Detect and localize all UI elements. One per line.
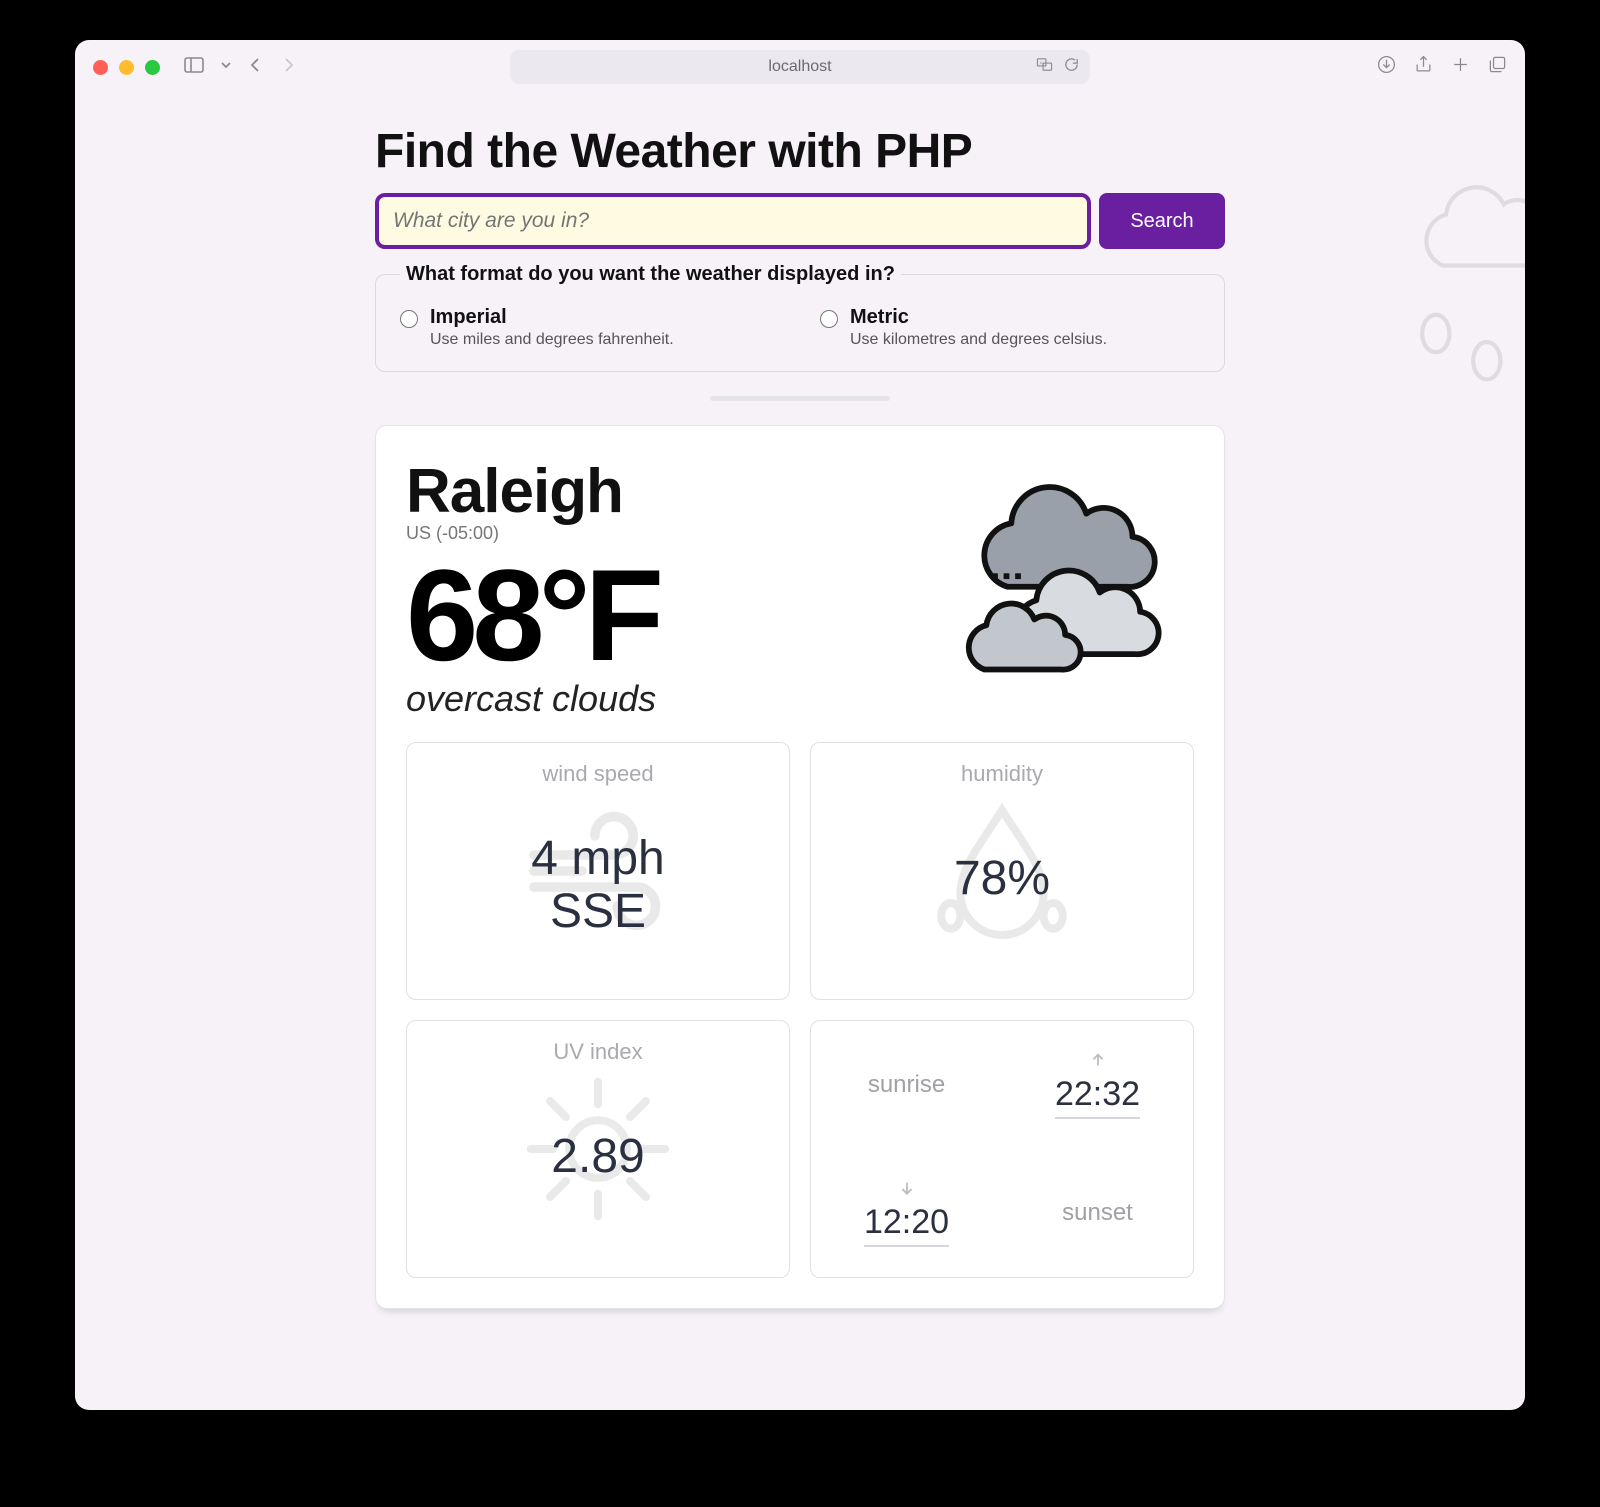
format-legend: What format do you want the weather disp… bbox=[400, 263, 901, 286]
uv-tile: UV index 2.89 bbox=[406, 1020, 790, 1278]
condition-text: overcast clouds bbox=[406, 678, 658, 720]
overcast-clouds-icon bbox=[944, 456, 1194, 711]
sunrise-time: 22:32 bbox=[1055, 1075, 1140, 1119]
format-label: Imperial bbox=[430, 306, 674, 329]
format-fieldset: What format do you want the weather disp… bbox=[375, 263, 1225, 372]
format-option-imperial[interactable]: Imperial Use miles and degrees fahrenhei… bbox=[400, 306, 780, 349]
uv-value: 2.89 bbox=[551, 1131, 644, 1184]
sunrise-arrow-icon bbox=[1087, 1051, 1109, 1073]
wind-value: 4 mph bbox=[531, 833, 664, 886]
search-button[interactable]: Search bbox=[1099, 193, 1225, 249]
address-bar[interactable]: localhost A bbox=[510, 50, 1090, 84]
back-button[interactable] bbox=[248, 57, 264, 78]
imperial-radio[interactable] bbox=[400, 310, 418, 328]
url-text: localhost bbox=[768, 58, 831, 76]
new-tab-icon[interactable] bbox=[1451, 55, 1470, 79]
metric-radio[interactable] bbox=[820, 310, 838, 328]
wind-direction: SSE bbox=[531, 886, 664, 939]
divider bbox=[710, 396, 890, 401]
format-option-metric[interactable]: Metric Use kilometres and degrees celsiu… bbox=[820, 306, 1200, 349]
chevron-down-icon[interactable] bbox=[220, 58, 232, 76]
temperature: 68°F bbox=[406, 550, 658, 680]
humidity-tile: humidity 78% bbox=[810, 742, 1194, 1000]
format-desc: Use miles and degrees fahrenheit. bbox=[430, 331, 674, 349]
city-search-input[interactable] bbox=[375, 193, 1091, 249]
weather-card: Raleigh US (-05:00) 68°F overcast clouds bbox=[375, 425, 1225, 1309]
sunset-arrow-icon bbox=[896, 1179, 918, 1201]
browser-window: localhost A Find the Weather with PHP bbox=[75, 40, 1525, 1410]
reload-icon[interactable] bbox=[1063, 56, 1080, 78]
humidity-value: 78% bbox=[954, 853, 1050, 906]
downloads-icon[interactable] bbox=[1377, 55, 1396, 79]
window-controls bbox=[93, 60, 160, 75]
window-chrome: localhost A bbox=[75, 40, 1525, 94]
tabs-icon[interactable] bbox=[1488, 55, 1507, 79]
cloud-rain-decoration-icon bbox=[1395, 144, 1525, 409]
city-name: Raleigh bbox=[406, 456, 658, 527]
translate-icon[interactable]: A bbox=[1036, 56, 1053, 78]
share-icon[interactable] bbox=[1414, 55, 1433, 79]
format-label: Metric bbox=[850, 306, 1107, 329]
close-window-button[interactable] bbox=[93, 60, 108, 75]
minimize-window-button[interactable] bbox=[119, 60, 134, 75]
sunset-label: sunset bbox=[1062, 1199, 1133, 1227]
maximize-window-button[interactable] bbox=[145, 60, 160, 75]
sunrise-sunset-tile: sunrise 22:32 12:20 sunset bbox=[810, 1020, 1194, 1278]
sunrise-label: sunrise bbox=[868, 1071, 945, 1099]
forward-button[interactable] bbox=[280, 57, 296, 78]
wind-tile: wind speed 4 mph SSE bbox=[406, 742, 790, 1000]
sunset-time: 12:20 bbox=[864, 1203, 949, 1247]
page-title: Find the Weather with PHP bbox=[375, 124, 1225, 179]
sidebar-toggle-icon[interactable] bbox=[184, 57, 204, 78]
format-desc: Use kilometres and degrees celsius. bbox=[850, 331, 1107, 349]
